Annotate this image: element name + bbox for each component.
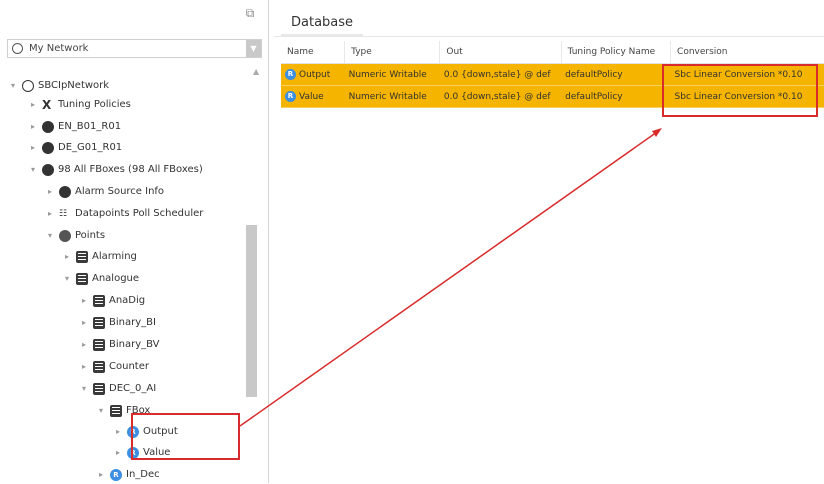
annotation-arrow	[239, 128, 662, 427]
